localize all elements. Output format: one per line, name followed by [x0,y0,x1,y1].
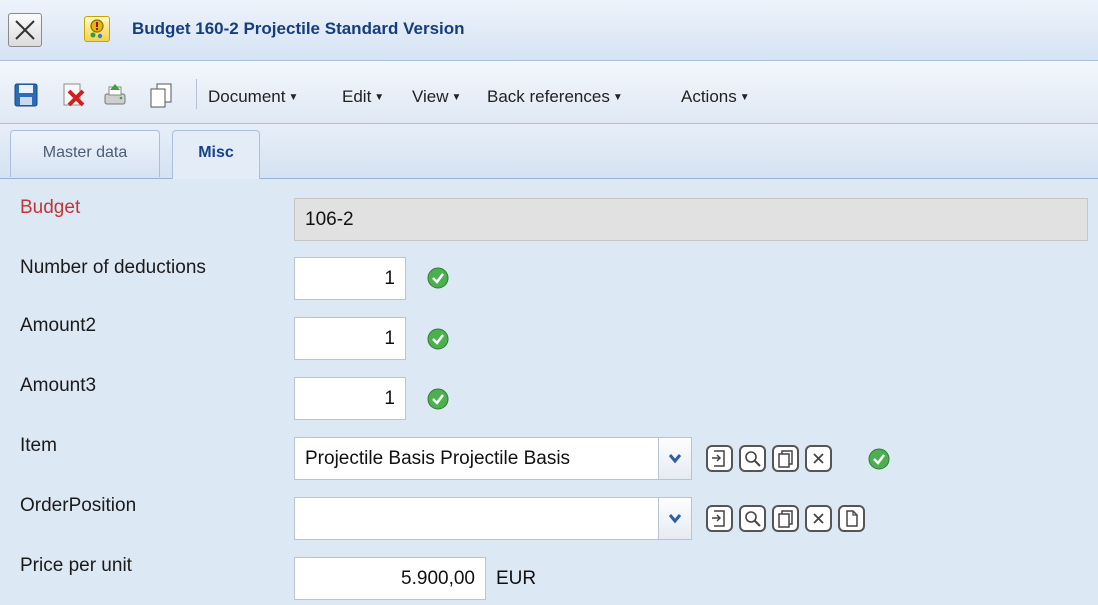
open-icon[interactable] [706,445,733,472]
menu-back-references[interactable]: Back references ▼ [487,87,623,107]
chevron-down-icon: ▼ [739,92,750,103]
toolbar: Document ▼ Edit ▼ View ▼ Back references ▼ A… [0,61,1098,124]
tab-misc[interactable]: Misc [172,130,260,179]
budget-label: Budget [20,197,81,218]
menu-document-label: Document [208,87,286,106]
menu-actions-label: Actions [681,87,737,106]
valid-check-icon [427,328,449,350]
delete-icon[interactable] [60,82,86,108]
open-icon[interactable] [706,505,733,532]
copy-icon[interactable] [772,505,799,532]
chevron-down-icon [668,514,682,524]
budget-app-icon [84,16,110,42]
misc-form: Budget 106-2 Number of deductions 1 Amou… [0,179,1098,605]
chevron-down-icon [668,454,682,464]
valid-check-icon [868,448,890,470]
search-icon[interactable] [739,505,766,532]
order-position-combobox[interactable] [294,497,692,540]
chevron-down-icon: ▼ [374,92,385,103]
menu-edit[interactable]: Edit ▼ [342,87,384,107]
menu-back-references-label: Back references [487,87,610,106]
order-position-dropdown-button[interactable] [658,498,691,539]
print-icon[interactable] [102,82,128,108]
price-input[interactable]: 5.900,00 [294,557,486,600]
window-title: Budget 160-2 Projectile Standard Version [132,19,465,38]
copy-icon[interactable] [148,82,174,108]
chevron-down-icon: ▼ [451,92,462,103]
search-icon[interactable] [739,445,766,472]
window-titlebar: Budget 160-2 Projectile Standard Version [0,0,1098,61]
valid-check-icon [427,267,449,289]
tab-bar: Master data Misc [0,124,1098,179]
budget-field: 106-2 [294,198,1088,241]
close-button[interactable] [8,13,42,47]
menu-edit-label: Edit [342,87,372,106]
close-icon [15,20,35,40]
copy-icon[interactable] [772,445,799,472]
amount2-label: Amount2 [20,315,97,336]
item-label: Item [20,435,57,456]
price-unit: EUR [496,568,537,589]
clear-icon[interactable] [805,505,832,532]
amount3-label: Amount3 [20,375,97,396]
item-combobox[interactable]: Projectile Basis Projectile Basis [294,437,692,480]
clear-icon[interactable] [805,445,832,472]
item-dropdown-button[interactable] [658,438,691,479]
price-label: Price per unit [20,555,132,576]
menu-actions[interactable]: Actions ▼ [681,87,750,107]
amount2-input[interactable]: 1 [294,317,406,360]
deductions-input[interactable]: 1 [294,257,406,300]
deductions-label: Number of deductions [20,257,206,278]
chevron-down-icon: ▼ [612,92,623,103]
item-value: Projectile Basis Projectile Basis [305,448,571,469]
new-document-icon[interactable] [838,505,865,532]
order-position-label: OrderPosition [20,495,137,516]
menu-view[interactable]: View ▼ [412,87,461,107]
toolbar-separator [196,79,197,109]
menu-view-label: View [412,87,449,106]
chevron-down-icon: ▼ [288,92,299,103]
valid-check-icon [427,388,449,410]
save-icon[interactable] [13,82,39,108]
amount3-input[interactable]: 1 [294,377,406,420]
tab-master-data[interactable]: Master data [10,130,160,177]
menu-document[interactable]: Document ▼ [208,87,298,107]
